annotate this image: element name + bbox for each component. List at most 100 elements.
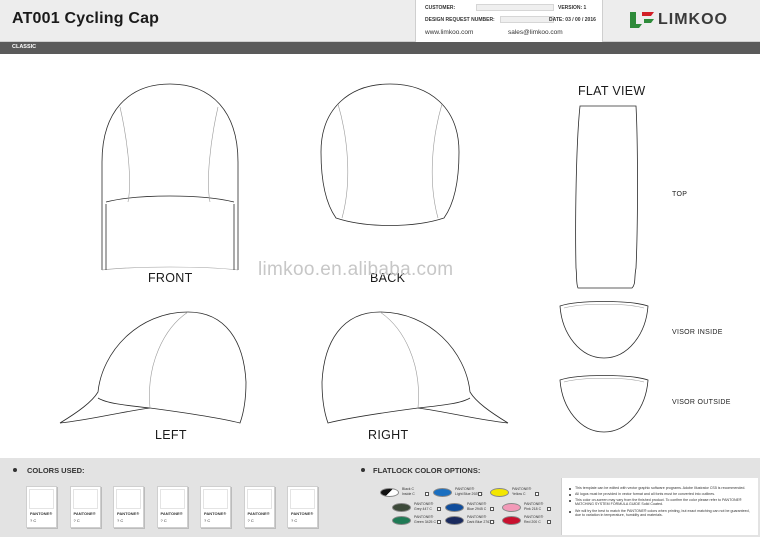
color-chip-code: ? C bbox=[30, 518, 37, 523]
flatlock-swatch[interactable] bbox=[502, 516, 521, 525]
flatlock-option-name: PANTONE® bbox=[455, 487, 475, 491]
front-view-drawing bbox=[101, 83, 239, 271]
design-request-field[interactable] bbox=[500, 16, 554, 23]
customer-info-box: CUSTOMER: VERSION: 1 DESIGN REQUEST NUMB… bbox=[415, 0, 603, 42]
top-panel-drawing bbox=[575, 105, 638, 289]
color-chip[interactable]: PANTONE® ? C bbox=[69, 486, 101, 528]
customer-label: CUSTOMER: bbox=[425, 5, 456, 11]
version-label: VERSION: 1 bbox=[558, 5, 587, 11]
top-label: TOP bbox=[672, 191, 688, 198]
page-title: AT001 Cycling Cap bbox=[12, 10, 160, 27]
left-label: LEFT bbox=[155, 428, 187, 442]
visor-inside-label: VISOR INSIDE bbox=[672, 329, 723, 336]
color-chip[interactable]: PANTONE® ? C bbox=[287, 486, 318, 528]
visor-inside-drawing bbox=[559, 301, 649, 359]
color-chip-label: PANTONE® bbox=[30, 511, 53, 516]
watermark-text: limkoo.en.alibaba.com bbox=[258, 259, 454, 280]
color-chip-code: ? C bbox=[117, 518, 124, 523]
color-chip-label: PANTONE® bbox=[160, 511, 183, 516]
colors-used-heading: COLORS USED: bbox=[27, 466, 85, 475]
color-chip-code: ? C bbox=[204, 518, 211, 523]
flatlock-option-name: Black C bbox=[402, 487, 415, 491]
color-chip[interactable]: PANTONE® ? C bbox=[200, 486, 231, 528]
flatlock-option-name: PANTONE® bbox=[467, 502, 487, 506]
color-chip-swatch bbox=[116, 489, 141, 509]
flatlock-option-name: PANTONE® bbox=[512, 487, 532, 491]
flatlock-option-code: Pink 218 C bbox=[524, 507, 542, 511]
note-bullet-icon bbox=[569, 494, 571, 496]
front-label: FRONT bbox=[148, 271, 193, 285]
color-chip-swatch bbox=[159, 489, 185, 509]
flatlock-swatch[interactable] bbox=[380, 488, 399, 497]
flatlock-swatch[interactable] bbox=[433, 488, 452, 497]
note-item: We will try the best to match the PANTON… bbox=[575, 509, 750, 518]
flatlock-bullet-icon bbox=[361, 468, 365, 472]
flatlock-swatch[interactable] bbox=[392, 503, 411, 512]
right-view-drawing bbox=[321, 311, 509, 424]
note-item: This color on-screen may vary from the f… bbox=[575, 498, 742, 507]
visor-outside-drawing bbox=[559, 375, 649, 433]
flatlock-option-name: PANTONE® bbox=[524, 502, 544, 506]
note-bullet-icon bbox=[569, 500, 571, 502]
flatlock-option-code: Grey 447 C bbox=[414, 507, 432, 511]
color-chip[interactable]: PANTONE® ? C bbox=[156, 486, 188, 528]
left-view-drawing bbox=[59, 311, 247, 424]
date-label: DATE: 03 / 00 / 2016 bbox=[549, 17, 596, 23]
visor-outside-label: VISOR OUTSIDE bbox=[672, 399, 731, 406]
note-item: All logos must be provided in vector for… bbox=[575, 492, 716, 496]
flatlock-checkbox[interactable] bbox=[490, 520, 494, 524]
header-bar: AT001 Cycling Cap CUSTOMER: VERSION: 1 D… bbox=[0, 0, 760, 42]
color-chip-swatch bbox=[29, 489, 54, 509]
design-request-label: DESIGN REQUEST NUMBER: bbox=[425, 17, 495, 23]
flatlock-option-code: Yellow C bbox=[512, 492, 526, 496]
flatlock-checkbox[interactable] bbox=[425, 492, 429, 496]
flatlock-swatch[interactable] bbox=[392, 516, 411, 525]
color-chip-label: PANTONE® bbox=[291, 511, 314, 516]
flatlock-option-name: PANTONE® bbox=[414, 502, 434, 506]
color-chip-code: ? C bbox=[160, 518, 167, 523]
brand-name: LIMKOO bbox=[658, 11, 728, 28]
flatlock-swatch[interactable] bbox=[502, 503, 521, 512]
flatlock-option-name: PANTONE® bbox=[414, 515, 434, 519]
right-label: RIGHT bbox=[368, 428, 409, 442]
color-chip-label: PANTONE® bbox=[247, 511, 270, 516]
flatlock-swatch[interactable] bbox=[490, 488, 509, 497]
color-chip-label: PANTONE® bbox=[73, 511, 96, 516]
flatlock-option-code: Red 200 C bbox=[524, 520, 541, 524]
flatlock-checkbox[interactable] bbox=[535, 492, 539, 496]
style-label: CLASSIC bbox=[12, 44, 37, 50]
color-chip[interactable]: PANTONE® ? C bbox=[243, 486, 275, 528]
color-chip-code: ? C bbox=[73, 518, 80, 523]
color-chip-swatch bbox=[203, 489, 228, 509]
notes-panel: This template can be edited with vector … bbox=[561, 478, 758, 535]
customer-field[interactable] bbox=[476, 4, 554, 11]
color-chip-swatch bbox=[246, 489, 272, 509]
email-link[interactable]: sales@limkoo.com bbox=[508, 29, 563, 36]
color-chip-label: PANTONE® bbox=[117, 511, 140, 516]
flatlock-checkbox[interactable] bbox=[437, 520, 441, 524]
flat-view-label: FLAT VIEW bbox=[578, 84, 646, 98]
flatlock-swatch[interactable] bbox=[445, 503, 464, 512]
flatlock-heading: FLATLOCK COLOR OPTIONS: bbox=[373, 466, 481, 475]
flatlock-checkbox[interactable] bbox=[478, 492, 482, 496]
flatlock-swatch[interactable] bbox=[445, 516, 464, 525]
flatlock-option-name: PANTONE® bbox=[467, 515, 487, 519]
flatlock-checkbox[interactable] bbox=[490, 507, 494, 511]
flatlock-checkbox[interactable] bbox=[547, 520, 551, 524]
color-chip[interactable]: PANTONE® ? C bbox=[26, 486, 57, 528]
flatlock-option-code: Inside C bbox=[402, 492, 415, 496]
color-chip-code: ? C bbox=[247, 518, 254, 523]
color-chip-label: PANTONE® bbox=[204, 511, 227, 516]
flatlock-checkbox[interactable] bbox=[437, 507, 441, 511]
colors-bullet-icon bbox=[13, 468, 17, 472]
flatlock-checkbox[interactable] bbox=[547, 507, 551, 511]
website-link[interactable]: www.limkoo.com bbox=[425, 29, 473, 36]
note-bullet-icon bbox=[569, 488, 571, 490]
flatlock-option-code: Blue 2945 C bbox=[467, 507, 487, 511]
note-bullet-icon bbox=[569, 511, 571, 513]
color-chip-swatch bbox=[72, 489, 98, 509]
note-item: This template can be edited with vector … bbox=[575, 486, 746, 490]
color-chip[interactable]: PANTONE® ? C bbox=[113, 486, 144, 528]
back-view-drawing bbox=[320, 83, 460, 226]
logo-mark-icon bbox=[630, 12, 654, 28]
